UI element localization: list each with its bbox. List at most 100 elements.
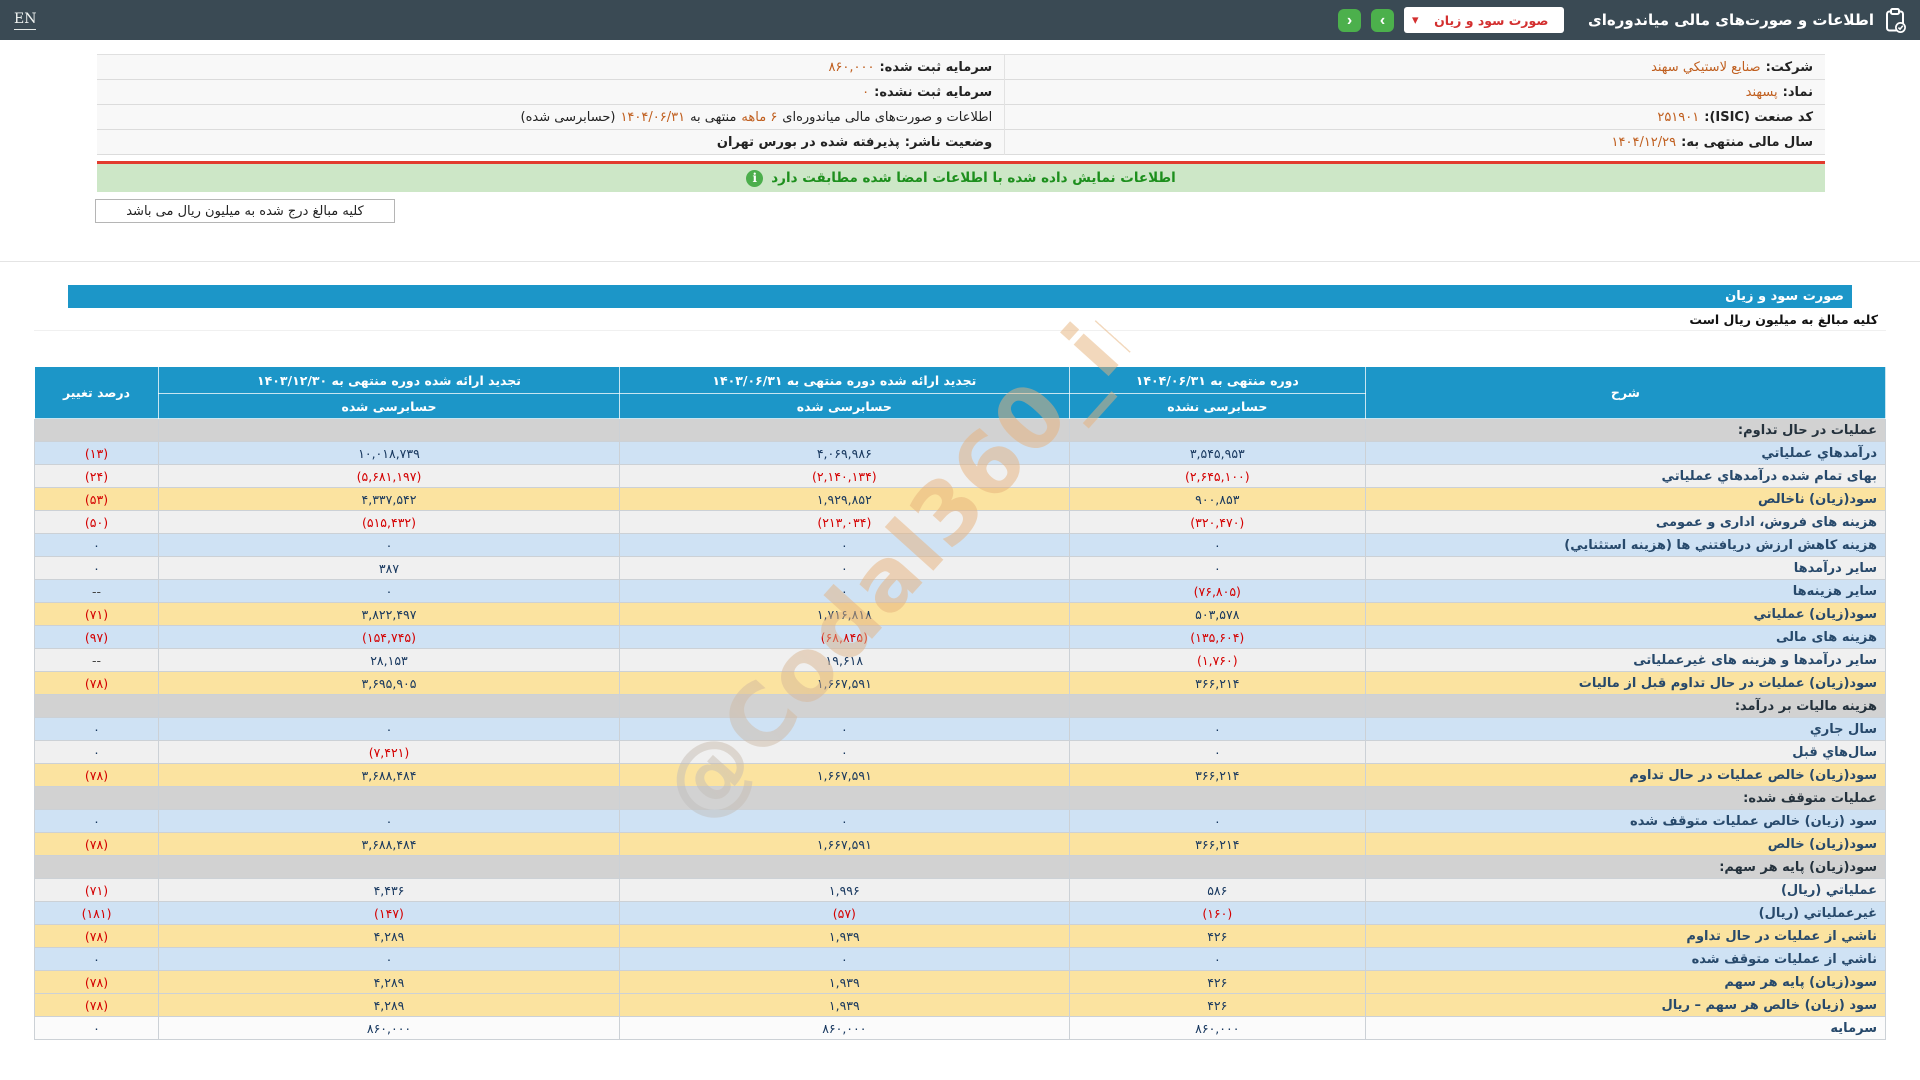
company-info-card: شرکت:صنايع لاستيکي سهندنماد:پسهندکد صنعت… — [97, 54, 1825, 155]
unit-note-box: کلیه مبالغ درج شده به میلیون ریال می باش… — [95, 199, 395, 223]
row-label: سایر درآمدها — [1365, 557, 1885, 580]
next-statement-button[interactable]: › — [1371, 9, 1394, 32]
value-cell: ۸۶۰,۰۰۰ — [1069, 1017, 1365, 1040]
statement-row: سال جاري۰۰۰۰ — [35, 718, 1886, 741]
value-cell: ۰ — [1069, 534, 1365, 557]
statement-row: سود(زيان) پايه هر سهم۴۲۶۱,۹۳۹۴,۲۸۹(۷۸) — [35, 971, 1886, 994]
value-cell: ۵۰۳,۵۷۸ — [1069, 603, 1365, 626]
value-cell: ۱,۹۳۹ — [619, 971, 1069, 994]
percent-change-cell — [35, 695, 159, 718]
value-cell: (۵۱۵,۴۳۲) — [159, 511, 620, 534]
header-desc: شرح — [1365, 367, 1885, 419]
value-cell: ۸۶۰,۰۰۰ — [619, 1017, 1069, 1040]
percent-change-cell: (۷۸) — [35, 672, 159, 695]
percent-change-cell: (۷۸) — [35, 833, 159, 856]
page-title: اطلاعات و صورت‌های مالی میاندوره‌ای — [1588, 11, 1874, 29]
value-cell — [619, 787, 1069, 810]
value-cell: ۰ — [1069, 810, 1365, 833]
header-audit-status-current: حسابرسی نشده — [1069, 394, 1365, 419]
percent-change-cell — [35, 856, 159, 879]
company-info-row: سرمایه ثبت شده:۸۶۰,۰۰۰ — [97, 55, 1004, 80]
company-info-label: نماد: — [1783, 85, 1813, 100]
section-row: سود(زيان) پايه هر سهم: — [35, 856, 1886, 879]
header-audit-status-prior: حسابرسی شده — [619, 394, 1069, 419]
percent-change-cell: -- — [35, 649, 159, 672]
company-info-value: ۲۵۱۹۰۱ — [1657, 110, 1699, 125]
percent-change-cell: (۵۳) — [35, 488, 159, 511]
company-info-value: ۶ ماهه — [741, 110, 777, 125]
value-cell: ۳,۶۸۸,۴۸۴ — [159, 833, 620, 856]
value-cell: ۴,۲۸۹ — [159, 925, 620, 948]
value-cell: ۴۲۶ — [1069, 994, 1365, 1017]
statement-row: عملياتي (ريال)۵۸۶۱,۹۹۶۴,۴۳۶(۷۱) — [35, 879, 1886, 902]
value-cell — [619, 856, 1069, 879]
row-label: سود(زيان) پايه هر سهم: — [1365, 856, 1885, 879]
value-cell: ۴,۰۶۹,۹۸۶ — [619, 442, 1069, 465]
row-label: ناشي از عمليات در حال تداوم — [1365, 925, 1885, 948]
value-cell: ۰ — [619, 580, 1069, 603]
statement-row: سال‌هاي قبل۰۰(۷,۴۲۱)۰ — [35, 741, 1886, 764]
company-info-row: اطلاعات و صورت‌های مالی میاندوره‌ای ۶ ماه… — [97, 105, 1004, 130]
value-cell: ۱۹,۶۱۸ — [619, 649, 1069, 672]
value-cell: (۲,۱۴۰,۱۳۴) — [619, 465, 1069, 488]
statement-row: ناشي از عمليات متوقف شده۰۰۰۰ — [35, 948, 1886, 971]
value-cell — [1069, 856, 1365, 879]
statement-row: سود (زيان) خالص عمليات متوقف شده۰۰۰۰ — [35, 810, 1886, 833]
chevron-down-icon: ▾ — [1412, 14, 1419, 27]
company-info-value: ۸۶۰,۰۰۰ — [828, 60, 874, 75]
value-cell: ۰ — [619, 557, 1069, 580]
value-cell — [1069, 695, 1365, 718]
value-cell: (۷۶,۸۰۵) — [1069, 580, 1365, 603]
company-info-left-column: سرمایه ثبت شده:۸۶۰,۰۰۰سرمایه ثبت نشده:۰ا… — [97, 55, 1004, 155]
company-info-value: پسهند — [1746, 85, 1778, 100]
value-cell — [619, 695, 1069, 718]
topbar: اطلاعات و صورت‌های مالی میاندوره‌ای ▾ صو… — [0, 0, 1920, 40]
percent-change-cell: (۱۸۱) — [35, 902, 159, 925]
company-info-value: اطلاعات و صورت‌های مالی میاندوره‌ای — [782, 110, 992, 125]
value-cell: ۱,۹۲۹,۸۵۲ — [619, 488, 1069, 511]
percent-change-cell: ۰ — [35, 534, 159, 557]
value-cell — [159, 419, 620, 442]
report-subtitle: کلیه مبالغ به میلیون ریال است — [34, 308, 1886, 331]
company-info-label: سال مالی منتهی به: — [1681, 135, 1813, 150]
language-toggle-en[interactable]: EN — [14, 11, 36, 30]
statement-row: سرمايه۸۶۰,۰۰۰۸۶۰,۰۰۰۸۶۰,۰۰۰۰ — [35, 1017, 1886, 1040]
clipboard-check-icon — [1884, 8, 1906, 33]
value-cell: ۱۰,۰۱۸,۷۳۹ — [159, 442, 620, 465]
report-type-select[interactable]: ▾ صورت سود و زیان — [1404, 7, 1564, 33]
value-cell: ۴,۲۸۹ — [159, 994, 620, 1017]
company-info-value: صنايع لاستيکي سهند — [1651, 60, 1761, 75]
value-cell: ۰ — [619, 810, 1069, 833]
header-audit-status-yearend: حسابرسی شده — [159, 394, 620, 419]
value-cell: (۵۷) — [619, 902, 1069, 925]
company-info-row: سال مالی منتهی به:۱۴۰۴/۱۲/۲۹ — [1005, 130, 1825, 155]
value-cell: ۱,۶۶۷,۵۹۱ — [619, 833, 1069, 856]
value-cell: ۳۶۶,۲۱۴ — [1069, 672, 1365, 695]
prev-statement-button[interactable]: ‹ — [1338, 9, 1361, 32]
value-cell: ۰ — [619, 718, 1069, 741]
statement-row: غيرعملياتي (ريال)(۱۶۰)(۵۷)(۱۴۷)(۱۸۱) — [35, 902, 1886, 925]
row-label: بهای تمام شده درآمدهاي عملياتي — [1365, 465, 1885, 488]
percent-change-cell: ۰ — [35, 718, 159, 741]
percent-change-cell: (۷۸) — [35, 764, 159, 787]
income-statement-table-wrap: شرح دوره منتهی به ۱۴۰۴/۰۶/۳۱ تجدید ارائه… — [34, 366, 1886, 1040]
statement-row: سایر درآمدها و هزینه های غیرعملیاتی(۱,۷۶… — [35, 649, 1886, 672]
row-label: سایر درآمدها و هزینه های غیرعملیاتی — [1365, 649, 1885, 672]
row-label: سود (زيان) خالص عمليات متوقف شده — [1365, 810, 1885, 833]
value-cell: (۳۲۰,۴۷۰) — [1069, 511, 1365, 534]
row-label: سود(زيان) عمليات در حال تداوم قبل از مال… — [1365, 672, 1885, 695]
value-cell: (۱,۷۶۰) — [1069, 649, 1365, 672]
value-cell: (۷,۴۲۱) — [159, 741, 620, 764]
company-info-label: وضعیت ناشر: — [905, 135, 992, 150]
statement-row: سود(زيان) ناخالص۹۰۰,۸۵۳۱,۹۲۹,۸۵۲۴,۳۳۷,۵۴… — [35, 488, 1886, 511]
value-cell: (۱۴۷) — [159, 902, 620, 925]
value-cell: (۲۱۳,۰۳۴) — [619, 511, 1069, 534]
value-cell: ۰ — [159, 580, 620, 603]
percent-change-cell: -- — [35, 580, 159, 603]
report-title-bar: صورت سود و زیان — [68, 285, 1852, 308]
row-label: سود(زيان) ناخالص — [1365, 488, 1885, 511]
section-row: عملیات در حال تداوم: — [35, 419, 1886, 442]
value-cell: ۱,۶۶۷,۵۹۱ — [619, 764, 1069, 787]
row-label: سود(زيان) خالص عمليات در حال تداوم — [1365, 764, 1885, 787]
percent-change-cell: (۷۱) — [35, 603, 159, 626]
